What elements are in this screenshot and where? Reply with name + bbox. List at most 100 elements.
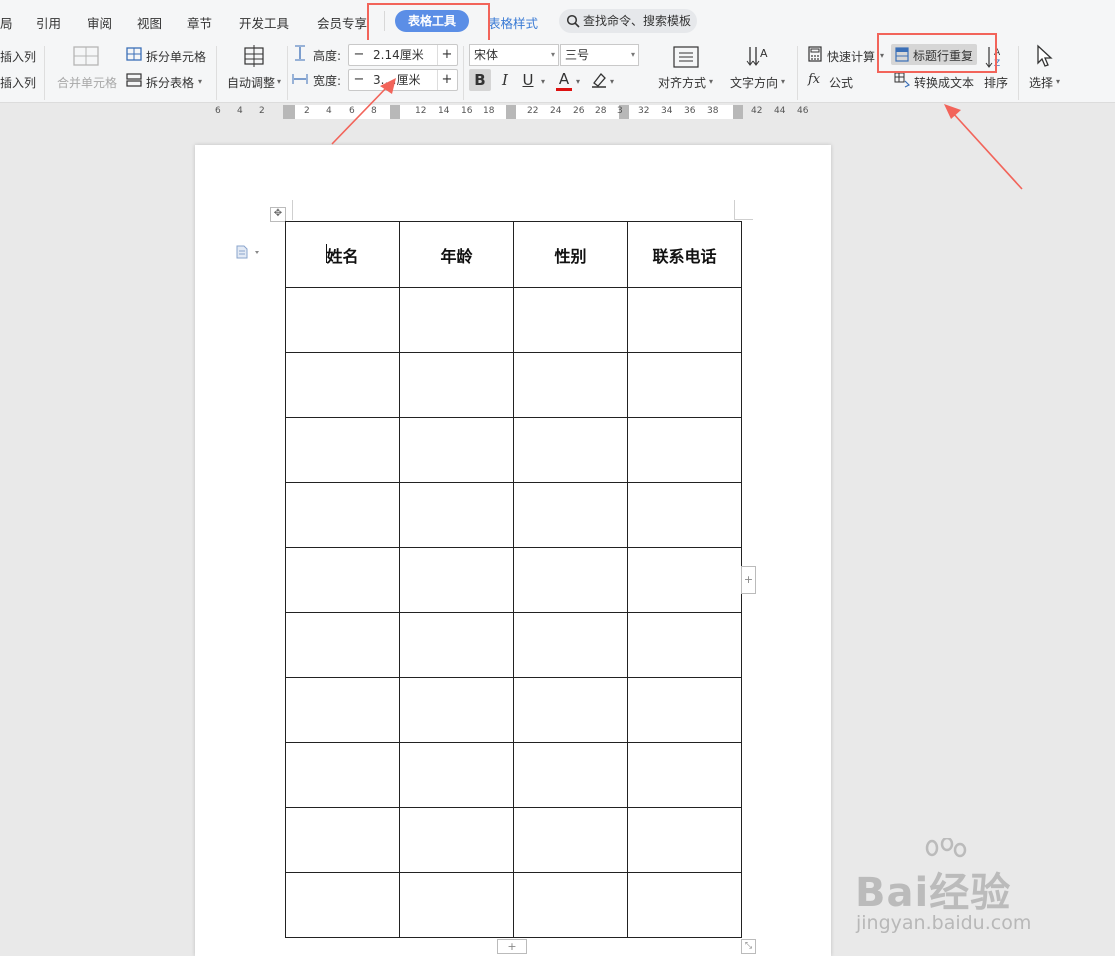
table-cell[interactable]	[513, 417, 628, 483]
auto-adjust-button[interactable]: 自动调整	[227, 74, 275, 91]
table-cell[interactable]	[399, 872, 514, 938]
width-increase-button[interactable]: +	[437, 70, 456, 90]
table-cell[interactable]	[399, 742, 514, 808]
quick-calc-button[interactable]: 快速计算	[827, 48, 875, 65]
ruler-column-marker[interactable]	[390, 105, 400, 119]
table-cell[interactable]	[285, 352, 400, 418]
split-table-caret[interactable]: ▾	[198, 77, 202, 86]
table-cell[interactable]	[627, 807, 742, 873]
table-cell[interactable]	[513, 872, 628, 938]
width-value[interactable]: 3.…厘米	[373, 70, 420, 90]
search-command-box[interactable]: 查找命令、搜索模板	[559, 9, 697, 33]
table-row	[285, 612, 742, 678]
underline-button[interactable]: U	[520, 69, 536, 91]
formula-button[interactable]: 公式	[829, 74, 853, 91]
ruler-column-marker[interactable]	[506, 105, 516, 119]
table-cell[interactable]	[513, 352, 628, 418]
table-cell[interactable]	[627, 287, 742, 353]
add-row-button[interactable]: +	[497, 939, 527, 954]
table-cell[interactable]	[627, 612, 742, 678]
paragraph-options-icon[interactable]	[236, 245, 260, 259]
table-cell[interactable]	[285, 677, 400, 743]
merge-cells-button[interactable]: 合并单元格	[57, 74, 117, 91]
table-cell[interactable]	[627, 417, 742, 483]
table-cell[interactable]	[399, 352, 514, 418]
table-cell[interactable]	[513, 807, 628, 873]
split-table-button[interactable]: 拆分表格	[146, 74, 194, 91]
table-header-cell[interactable]: 姓名	[285, 221, 400, 288]
table-cell[interactable]	[513, 612, 628, 678]
table-cell[interactable]	[627, 742, 742, 808]
menu-review[interactable]: 审阅	[87, 13, 112, 32]
convert-text-button[interactable]: 转换成文本	[914, 74, 974, 91]
menu-developer[interactable]: 开发工具	[239, 13, 289, 32]
ruler-column-marker[interactable]	[733, 105, 743, 119]
auto-adjust-caret[interactable]: ▾	[277, 77, 281, 86]
menu-member[interactable]: 会员专享	[317, 13, 367, 32]
highlighter-caret[interactable]: ▾	[610, 77, 614, 86]
table-cell[interactable]	[285, 612, 400, 678]
table-cell[interactable]	[513, 677, 628, 743]
split-cells-button[interactable]: 拆分单元格	[146, 48, 206, 65]
table-cell[interactable]	[285, 547, 400, 613]
table-cell[interactable]	[399, 612, 514, 678]
insert-col-left-button[interactable]: 插入列	[0, 74, 36, 91]
text-direction-caret[interactable]: ▾	[781, 77, 785, 86]
font-name-select[interactable]: 宋体 ▾	[469, 44, 559, 66]
menu-layout[interactable]: 局	[0, 13, 13, 32]
height-decrease-button[interactable]: −	[350, 45, 368, 65]
font-size-select[interactable]: 三号 ▾	[560, 44, 639, 66]
table-move-handle-icon[interactable]: ✥	[270, 207, 286, 222]
height-value[interactable]: 2.14厘米	[373, 45, 424, 65]
table-header-cell[interactable]: 性别	[513, 221, 628, 288]
menu-section[interactable]: 章节	[187, 13, 212, 32]
select-button[interactable]: 选择	[1029, 74, 1053, 91]
underline-caret[interactable]: ▾	[541, 77, 545, 86]
table-header-cell[interactable]: 联系电话	[627, 221, 742, 288]
table-cell[interactable]	[513, 547, 628, 613]
table-cell[interactable]	[627, 872, 742, 938]
bold-button[interactable]: B	[469, 69, 491, 91]
table-cell[interactable]	[513, 482, 628, 548]
table-cell[interactable]	[627, 547, 742, 613]
italic-button[interactable]: I	[498, 69, 512, 91]
sort-button[interactable]: 排序	[984, 74, 1008, 91]
table-cell[interactable]	[285, 417, 400, 483]
table-cell[interactable]	[399, 677, 514, 743]
table-cell[interactable]	[399, 482, 514, 548]
tab-table-style[interactable]: 表格样式	[488, 13, 538, 32]
table-cell[interactable]	[399, 547, 514, 613]
table-cell[interactable]	[399, 287, 514, 353]
menu-references[interactable]: 引用	[36, 13, 61, 32]
table-cell[interactable]	[285, 482, 400, 548]
table-cell[interactable]	[285, 742, 400, 808]
highlighter-icon[interactable]	[590, 71, 608, 89]
font-color-caret[interactable]: ▾	[576, 77, 580, 86]
width-decrease-button[interactable]: −	[350, 70, 368, 90]
align-button[interactable]: 对齐方式	[658, 74, 706, 91]
table-cell[interactable]	[285, 872, 400, 938]
select-caret[interactable]: ▾	[1056, 77, 1060, 86]
height-stepper[interactable]: − 2.14厘米 +	[348, 44, 458, 66]
table-cell[interactable]	[399, 417, 514, 483]
table-cell[interactable]	[513, 287, 628, 353]
table-cell[interactable]	[627, 482, 742, 548]
width-stepper[interactable]: − 3.…厘米 +	[348, 69, 458, 91]
table-cell[interactable]	[513, 742, 628, 808]
text-direction-button[interactable]: 文字方向	[730, 74, 778, 91]
document-table[interactable]: 姓名 年龄 性别 联系电话	[285, 221, 742, 938]
table-resize-handle-icon[interactable]: ⤡	[741, 939, 756, 954]
table-cell[interactable]	[399, 807, 514, 873]
table-header-cell[interactable]: 年龄	[399, 221, 514, 288]
align-caret[interactable]: ▾	[709, 77, 713, 86]
menu-view[interactable]: 视图	[137, 13, 162, 32]
horizontal-ruler[interactable]: 6 4 2 2 4 6 8 12 14 16 18 22 24 26 28 3 32 34 36 38 42 44 46	[0, 103, 1115, 121]
insert-col-right-button[interactable]: 插入列	[0, 48, 36, 65]
table-cell[interactable]	[627, 677, 742, 743]
add-column-button[interactable]: +	[741, 566, 756, 594]
height-increase-button[interactable]: +	[437, 45, 456, 65]
table-cell[interactable]	[627, 352, 742, 418]
table-cell[interactable]	[285, 807, 400, 873]
font-color-button[interactable]: A	[556, 69, 572, 91]
table-cell[interactable]	[285, 287, 400, 353]
